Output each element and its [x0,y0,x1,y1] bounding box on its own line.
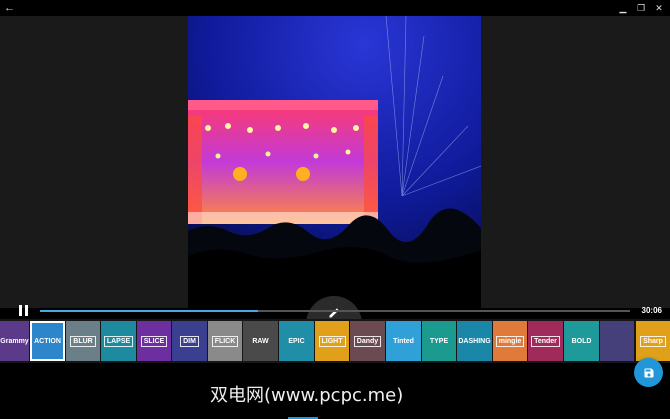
title-bar: ← ▁ ❐ ✕ [0,0,670,16]
filter-tile[interactable]: BLUR [66,321,100,361]
filter-tile[interactable]: TYPE [422,321,456,361]
back-arrow-icon[interactable]: ← [4,1,15,15]
filter-label: LIGHT [318,335,346,347]
filter-tile[interactable] [600,321,634,361]
filter-label: mingle [495,335,525,347]
filter-label: BLUR [70,335,96,347]
filter-tile[interactable]: Sharp [636,321,670,361]
filter-label: Dandy [353,335,382,347]
pause-icon [19,305,22,316]
watermark-text: 双电网(www.pcpc.me) [210,385,404,406]
filter-label: BOLD [571,337,592,345]
filter-tile[interactable]: EPIC [279,321,314,361]
filter-label: Tinted [393,337,414,345]
filter-tile[interactable]: Tinted [386,321,421,361]
filter-tile[interactable]: LIGHT [315,321,349,361]
filter-strip: Grammy ACTION BLUR LAPSE SLICE DIM FLICK RAW EPI… [0,319,670,363]
filter-label: Tender [531,335,560,347]
filter-tile[interactable]: Tender [528,321,563,361]
filter-label: RAW [252,337,269,345]
restore-icon[interactable]: ❐ [636,2,646,14]
filter-tile[interactable]: SLICE [137,321,171,361]
filter-tile[interactable]: DIM [172,321,207,361]
duration-label: 30:06 [641,306,662,315]
filter-tile[interactable]: BOLD [564,321,599,361]
filter-label [615,340,619,342]
filter-label: FLICK [211,335,239,347]
video-preview[interactable] [188,16,481,308]
filter-label: Grammy [0,337,29,345]
filter-tile[interactable]: Dandy [350,321,385,361]
filter-label: SLICE [140,335,168,347]
filter-tile[interactable]: Grammy [0,321,29,361]
window-controls: ▁ ❐ ✕ [618,2,664,14]
filter-label: EPIC [288,337,305,345]
save-icon [644,368,653,377]
close-icon[interactable]: ✕ [654,2,664,14]
preview-stage [0,16,670,326]
save-button[interactable] [634,358,663,387]
filter-label: TYPE [429,337,449,345]
concert-video-frame [188,16,481,308]
filter-tile[interactable]: mingle [493,321,527,361]
filter-tile[interactable]: RAW [243,321,278,361]
filter-label: ACTION [34,337,61,345]
filter-tile[interactable]: DASHING [457,321,492,361]
filter-label: Sharp [640,335,666,347]
filter-label: LAPSE [103,335,134,347]
filter-tile[interactable]: LAPSE [101,321,136,361]
playback-timeline: 30:06 [0,304,670,318]
seek-bar-progress [40,310,259,312]
pause-button[interactable] [19,305,29,316]
bottom-bar: 双电网(www.pcpc.me) [0,358,670,419]
minimize-icon[interactable]: ▁ [618,2,628,14]
filter-label: DASHING [458,337,491,345]
seek-bar[interactable] [40,310,630,312]
filter-label: DIM [180,335,199,347]
filter-tile[interactable]: FLICK [208,321,242,361]
filter-tile[interactable]: ACTION [30,321,65,361]
